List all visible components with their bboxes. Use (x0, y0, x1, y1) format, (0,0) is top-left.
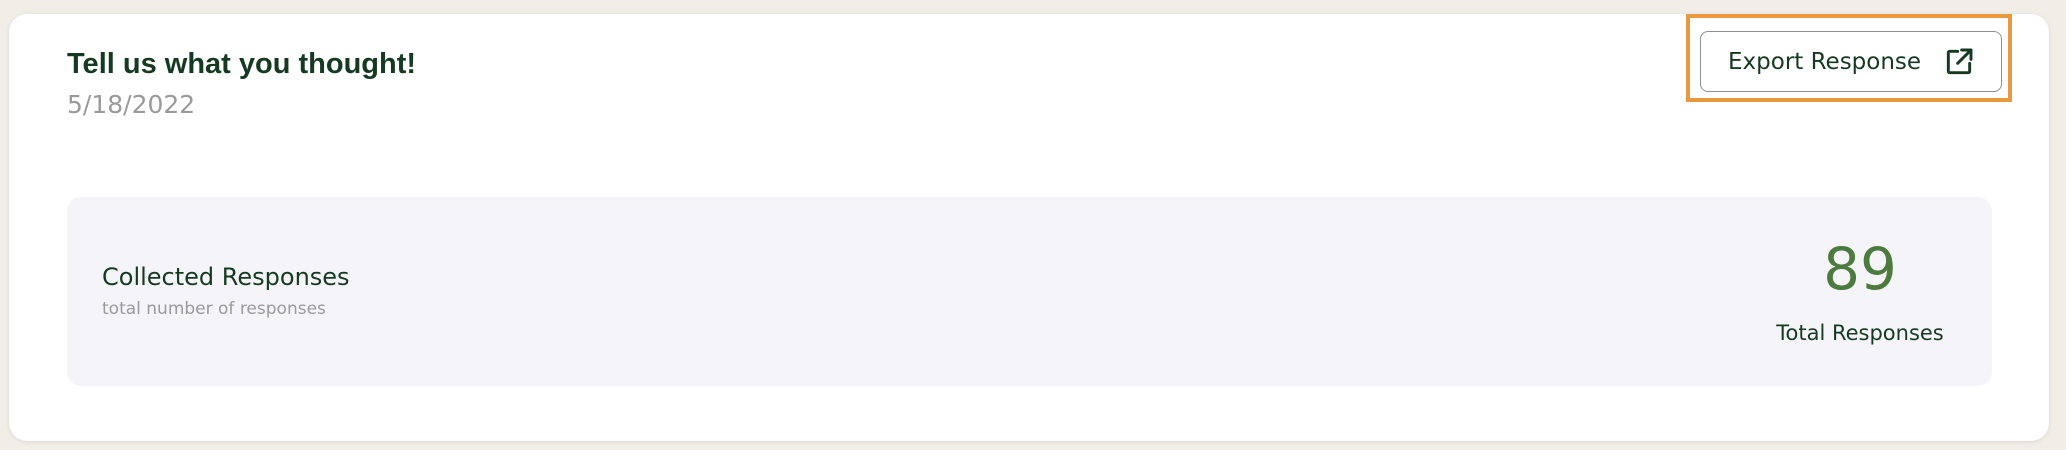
total-responses-label: Total Responses (1776, 321, 1944, 345)
export-response-label: Export Response (1728, 48, 1922, 75)
survey-date: 5/18/2022 (67, 90, 196, 119)
collected-responses-panel: Collected Responses total number of resp… (67, 197, 1992, 386)
survey-card: Tell us what you thought! 5/18/2022 Expo… (9, 14, 2049, 441)
collected-responses-subtitle: total number of responses (102, 299, 326, 319)
export-response-button[interactable]: Export Response (1700, 31, 2002, 92)
survey-title: Tell us what you thought! (67, 48, 417, 80)
total-responses-count: 89 (1823, 235, 1897, 303)
external-link-icon (1943, 46, 1975, 78)
collected-responses-title: Collected Responses (102, 263, 350, 291)
